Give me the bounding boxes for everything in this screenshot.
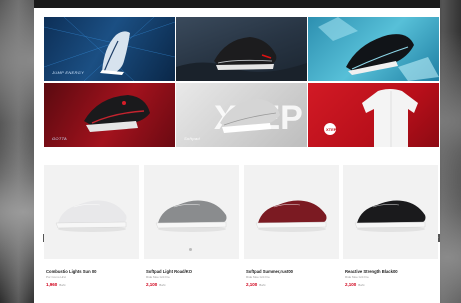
product-image[interactable]: [244, 165, 339, 259]
banner-apparel[interactable]: XTEP: [308, 83, 439, 147]
product-name[interactable]: Softpad Light Road/KO: [146, 269, 192, 274]
banner-softpad[interactable]: XTEP Softpad: [176, 83, 307, 147]
product-price: 2,100 Baht: [146, 282, 165, 287]
product-card[interactable]: Softpad Summer,rust00 Ride Moe Grit Fre …: [244, 165, 339, 295]
product-price: 2,100 Baht: [246, 282, 265, 287]
price-currency: Baht: [59, 283, 66, 287]
apparel-illustration: XTEP: [324, 89, 418, 147]
store-page: JUMP ENERGY GOTTA Softpad XTEP Combustio…: [34, 8, 440, 303]
product-subtitle: Ride Moe Grit Fre: [246, 275, 270, 279]
product-name[interactable]: Reactive Strength Black00: [345, 269, 398, 274]
banner-dark-shoe[interactable]: [176, 17, 307, 81]
shoe-upper: [258, 200, 327, 223]
shoe-illustration: [354, 200, 426, 232]
price-currency: Baht: [259, 283, 266, 287]
price-value: 2,100: [246, 282, 258, 287]
shoe-sole: [255, 221, 327, 229]
price-value: 2,100: [146, 282, 158, 287]
product-card[interactable]: Combustio Lights Sun 00 Por Como Hrst 1,…: [44, 165, 139, 295]
shoe-upper: [357, 200, 426, 223]
banner-grid: JUMP ENERGY GOTTA Softpad XTEP: [44, 17, 439, 149]
product-price: 1,960 Baht: [46, 282, 65, 287]
product-name[interactable]: Softpad Summer,rust00: [246, 269, 293, 274]
banner-caption: Softpad: [184, 136, 200, 141]
shoe-upper: [158, 200, 227, 223]
product-card[interactable]: Softpad Light Road/KO Ride Moe Grit Fre …: [144, 165, 239, 295]
shoe-illustration: [318, 17, 439, 81]
shoe-sole: [155, 221, 227, 229]
banner-jump-energy[interactable]: JUMP ENERGY: [44, 17, 175, 81]
product-card[interactable]: Reactive Strength Black00 Ride Moe Grit …: [343, 165, 438, 295]
shoe-sole: [55, 221, 127, 229]
product-name[interactable]: Combustio Lights Sun 00: [46, 269, 96, 274]
top-bar: [34, 0, 440, 8]
banner-gotta[interactable]: GOTTA: [44, 83, 175, 147]
shoe-illustration: [55, 200, 127, 232]
svg-text:XTEP: XTEP: [326, 127, 337, 132]
shoe-illustration: [176, 37, 307, 81]
product-subtitle: Ride Moe Grit Fre: [146, 275, 170, 279]
banner-ice-shoe[interactable]: [308, 17, 439, 81]
carousel-indicator-dot[interactable]: [189, 248, 192, 251]
product-price: 2,100 Baht: [345, 282, 364, 287]
product-image[interactable]: [144, 165, 239, 259]
product-carousel: Combustio Lights Sun 00 Por Como Hrst 1,…: [42, 165, 438, 295]
product-image[interactable]: [343, 165, 438, 259]
price-currency: Baht: [358, 283, 365, 287]
shoe-illustration: [255, 200, 327, 232]
banner-caption: JUMP ENERGY: [52, 70, 85, 75]
price-value: 1,960: [46, 282, 58, 287]
product-subtitle: Por Como Hrst: [46, 275, 66, 279]
shoe-upper: [58, 200, 127, 223]
shoe-illustration: [155, 200, 227, 232]
banner-caption: GOTTA: [52, 136, 67, 141]
price-currency: Baht: [159, 283, 166, 287]
shoe-sole: [354, 221, 426, 229]
product-subtitle: Ride Moe Grit Fre: [345, 275, 369, 279]
product-image[interactable]: [44, 165, 139, 259]
price-value: 2,100: [345, 282, 357, 287]
